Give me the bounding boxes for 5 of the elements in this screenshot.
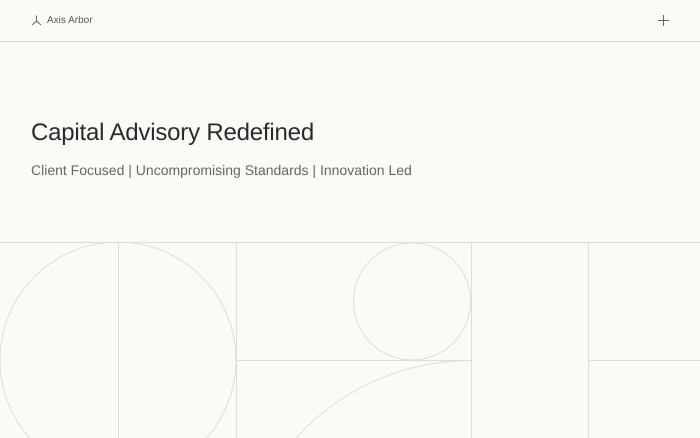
- menu-button[interactable]: [658, 15, 669, 26]
- hero-subtitle: Client Focused | Uncompromising Standards | Innovation Led: [31, 161, 413, 179]
- logo-icon: [31, 15, 42, 26]
- hero-title: Capital Advisory Redefined: [31, 118, 315, 148]
- brand-name[interactable]: Axis Arbor: [47, 15, 93, 26]
